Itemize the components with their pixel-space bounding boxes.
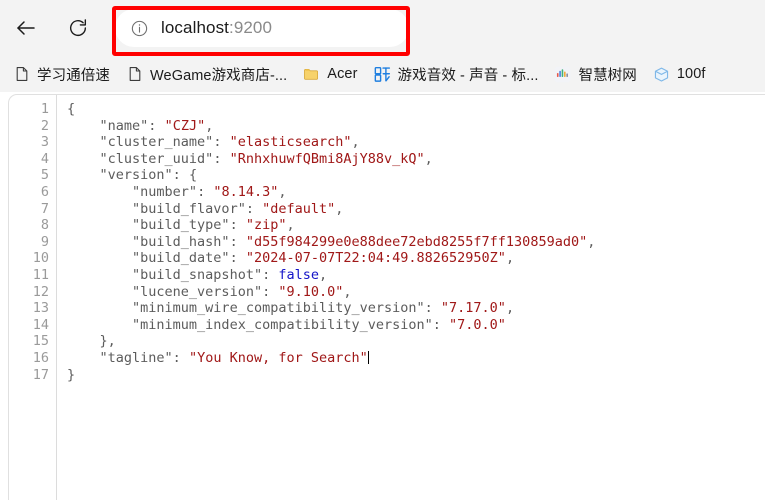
code-line: "minimum_wire_compatibility_version": "7…: [132, 300, 515, 317]
line-number: 15: [32, 333, 49, 350]
bookmark-item-zhihuishu[interactable]: 智慧树网: [547, 60, 643, 89]
address-bar[interactable]: localhost:9200: [115, 9, 409, 47]
back-arrow-icon: [14, 16, 38, 40]
folder-icon: [303, 66, 320, 83]
code-line: },: [67, 333, 116, 350]
line-number: 14: [32, 316, 49, 333]
code-line: "minimum_index_compatibility_version": "…: [132, 316, 506, 333]
address-bar-url: localhost:9200: [161, 18, 272, 38]
line-number: 7: [40, 200, 49, 217]
bookmark-item-game-sound[interactable]: 游戏音效 - 声音 - 标...: [367, 60, 546, 89]
browser-chrome: localhost:9200 学习通倍速 WeGame游戏商店-... Acer…: [0, 0, 765, 92]
bookmark-item-acer[interactable]: Acer: [296, 62, 364, 87]
code-line: "version": {: [99, 167, 198, 184]
line-number-gutter: 1 2 3 4 5 6 7 8 9 10 11 12 13 14 15 16 17: [9, 95, 57, 500]
line-number: 1: [40, 101, 49, 117]
code-line: "build_snapshot": false,: [132, 266, 328, 283]
line-number: 5: [40, 167, 49, 184]
code-line: "build_hash": "d55f984299e0e88dee72ebd82…: [132, 233, 596, 250]
browser-toolbar: localhost:9200: [0, 0, 765, 56]
code-line: "lucene_version": "9.10.0",: [132, 283, 352, 300]
code-line: "cluster_name": "elasticsearch",: [99, 134, 360, 151]
line-number: 12: [32, 283, 49, 300]
code-line: "number": "8.14.3",: [132, 183, 287, 200]
line-number: 8: [40, 217, 49, 234]
line-number: 10: [32, 250, 49, 267]
site-info-icon[interactable]: [127, 16, 151, 40]
bookmark-label: 游戏音效 - 声音 - 标...: [397, 67, 539, 84]
line-number: 4: [40, 150, 49, 167]
address-bar-container: localhost:9200: [112, 6, 412, 56]
line-number: 2: [40, 117, 49, 134]
line-number: 13: [32, 300, 49, 317]
reload-button[interactable]: [58, 8, 98, 48]
code-line: "build_type": "zip",: [132, 217, 295, 234]
back-button[interactable]: [6, 8, 46, 48]
line-number: 11: [32, 266, 49, 283]
bookmark-label: 学习通倍速: [37, 67, 110, 84]
line-number: 17: [32, 366, 49, 383]
json-viewer: 1 2 3 4 5 6 7 8 9 10 11 12 13 14 15 16 17 { "name": "CZJ…: [8, 94, 765, 500]
code-line: "cluster_uuid": "RnhxhuwfQBmi8AjY88v_kQ"…: [99, 150, 433, 167]
text-caret: [367, 350, 369, 364]
bookmark-item-wegame[interactable]: WeGame游戏商店-...: [119, 60, 294, 89]
bookmark-label: Acer: [327, 66, 358, 82]
address-host: localhost: [161, 18, 229, 37]
bookmark-label: 智慧树网: [578, 67, 637, 84]
code-line: {: [67, 101, 76, 117]
reload-icon: [67, 17, 89, 39]
line-number: 16: [32, 349, 49, 366]
erling-logo-icon: [374, 66, 391, 83]
address-port: :9200: [229, 18, 273, 37]
page-content: 1 2 3 4 5 6 7 8 9 10 11 12 13 14 15 16 17 { "name": "CZJ…: [0, 92, 765, 500]
code-line: "tagline": "You Know, for Search": [99, 349, 369, 366]
waveform-icon: [554, 66, 571, 83]
code-line: "build_date": "2024-07-07T22:04:49.88265…: [132, 250, 515, 267]
page-icon: [13, 66, 30, 83]
code-line: }: [67, 366, 76, 383]
json-code[interactable]: { "name": "CZJ", "cluster_name": "elasti…: [57, 95, 765, 500]
line-number: 9: [40, 233, 49, 250]
page-icon: [126, 66, 143, 83]
code-line: "build_flavor": "default",: [132, 200, 344, 217]
bookmark-item-100f[interactable]: 100f: [646, 62, 713, 87]
line-number: 3: [40, 134, 49, 151]
cube-icon: [653, 66, 670, 83]
line-number: 6: [40, 183, 49, 200]
bookmark-label: 100f: [676, 66, 706, 82]
bookmark-item-xuexitong[interactable]: 学习通倍速: [6, 60, 117, 89]
bookmark-label: WeGame游戏商店-...: [150, 67, 288, 84]
code-line: "name": "CZJ",: [99, 117, 214, 134]
bookmarks-bar: 学习通倍速 WeGame游戏商店-... Acer 游戏音效 - 声音 - 标.…: [0, 56, 765, 92]
